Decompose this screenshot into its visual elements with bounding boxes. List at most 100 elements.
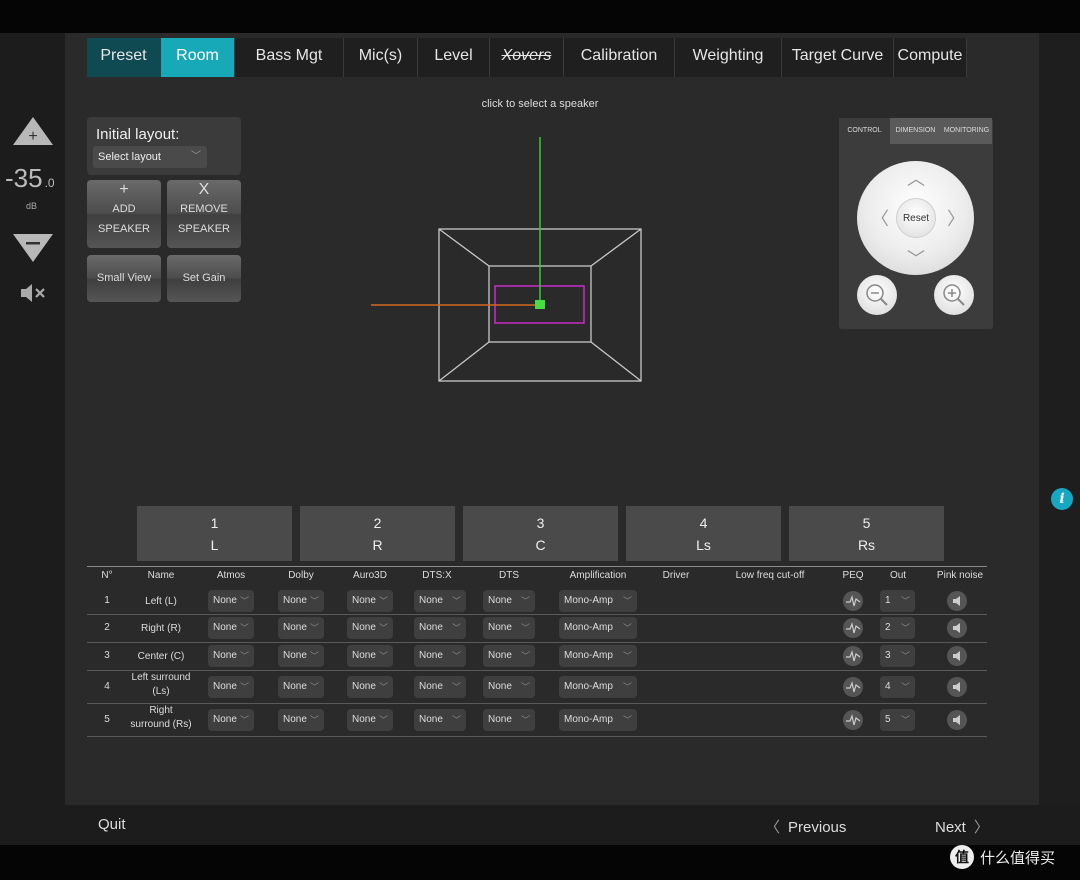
auro3d-select[interactable]: None ﹀ — [347, 709, 393, 731]
remove-speaker-button[interactable]: X REMOVE SPEAKER — [167, 180, 241, 248]
dolby-select[interactable]: None ﹀ — [278, 590, 324, 612]
chevron-down-icon: ﹀ — [378, 715, 388, 725]
dolby-select[interactable]: None ﹀ — [278, 645, 324, 667]
auro3d-select[interactable]: None ﹀ — [347, 590, 393, 612]
nav-tab-monitoring[interactable]: MONITORING — [941, 118, 992, 144]
direction-pad[interactable]: ︿ ﹀ 〈 〉 Reset — [857, 161, 974, 275]
dts-select[interactable]: None ﹀ — [483, 709, 535, 731]
dts-select[interactable]: None ﹀ — [483, 676, 535, 698]
chevron-down-icon: ﹀ — [622, 651, 632, 661]
speaker-tile-r[interactable]: 2R — [300, 506, 455, 561]
triangle-down-icon — [13, 234, 53, 262]
tab-level[interactable]: Level — [418, 38, 490, 77]
col-atmos: Atmos — [216, 570, 246, 581]
volume-up-button[interactable]: + — [12, 115, 54, 147]
arrow-down-icon[interactable]: ﹀ — [907, 245, 925, 271]
peq-button[interactable] — [843, 591, 863, 611]
mute-button[interactable] — [19, 281, 49, 305]
pink-noise-button[interactable] — [947, 618, 967, 638]
auro3d-select[interactable]: None ﹀ — [347, 676, 393, 698]
atmos-select[interactable]: None ﹀ — [208, 617, 254, 639]
amplification-select[interactable]: Mono-Amp ﹀ — [559, 590, 637, 612]
chevron-down-icon: ﹀ — [309, 682, 319, 692]
quit-button[interactable]: Quit — [98, 816, 126, 833]
small-view-button[interactable]: Small View — [87, 255, 161, 302]
dts-select[interactable]: None ﹀ — [483, 645, 535, 667]
row-number: 3 — [104, 650, 110, 661]
dtsx-select[interactable]: None ﹀ — [414, 590, 466, 612]
dtsx-select[interactable]: None ﹀ — [414, 709, 466, 731]
atmos-select[interactable]: None ﹀ — [208, 590, 254, 612]
amplification-select[interactable]: Mono-Amp ﹀ — [559, 645, 637, 667]
dolby-select[interactable]: None ﹀ — [278, 709, 324, 731]
tab-bass-mgt[interactable]: Bass Mgt — [235, 38, 344, 77]
room-3d-view[interactable] — [360, 130, 660, 390]
tab-preset[interactable]: Preset — [87, 38, 161, 77]
auro3d-select[interactable]: None ﹀ — [347, 645, 393, 667]
next-button[interactable]: Next 〉 — [935, 816, 989, 837]
pink-noise-button[interactable] — [947, 646, 967, 666]
reset-button[interactable]: Reset — [896, 198, 936, 238]
speaker-tile-ls[interactable]: 4 Ls — [626, 506, 781, 561]
out-select[interactable]: 2 ﹀ — [880, 617, 915, 639]
listener-position[interactable] — [535, 300, 545, 309]
amplification-select[interactable]: Mono-Amp ﹀ — [559, 676, 637, 698]
amplification-select[interactable]: Mono-Amp ﹀ — [559, 617, 637, 639]
dtsx-select[interactable]: None ﹀ — [414, 645, 466, 667]
amplification-select[interactable]: Mono-Amp ﹀ — [559, 709, 637, 731]
speaker-tile-c[interactable]: 3C — [463, 506, 618, 561]
add-speaker-button[interactable]: + ADD SPEAKER — [87, 180, 161, 248]
dts-select[interactable]: None ﹀ — [483, 617, 535, 639]
chevron-down-icon: ﹀ — [622, 715, 632, 725]
pink-noise-button[interactable] — [947, 710, 967, 730]
peq-button[interactable] — [843, 618, 863, 638]
out-select[interactable]: 1 ﹀ — [880, 590, 915, 612]
speaker-icon — [953, 715, 960, 725]
tab-compute[interactable]: Compute — [894, 38, 967, 77]
info-icon[interactable]: i — [1051, 488, 1073, 510]
zoom-out-button[interactable] — [857, 275, 897, 315]
peq-button[interactable] — [843, 677, 863, 697]
dtsx-select[interactable]: None ﹀ — [414, 617, 466, 639]
layout-select[interactable]: Select layout ﹀ — [93, 146, 207, 168]
previous-button[interactable]: 〈 Previous — [765, 816, 846, 837]
nav-tab-dimension[interactable]: DIMENSION — [890, 118, 941, 144]
out-select[interactable]: 3 ﹀ — [880, 645, 915, 667]
chevron-down-icon: ﹀ — [520, 623, 530, 633]
atmos-select[interactable]: None ﹀ — [208, 676, 254, 698]
speaker-tile-rs[interactable]: 5 Rs — [789, 506, 944, 561]
peq-button[interactable] — [843, 646, 863, 666]
peq-button[interactable] — [843, 710, 863, 730]
pink-noise-button[interactable] — [947, 591, 967, 611]
chevron-down-icon: ﹀ — [451, 596, 461, 606]
chevron-down-icon: ﹀ — [239, 682, 249, 692]
auro3d-select[interactable]: None ﹀ — [347, 617, 393, 639]
speaker-tile-l[interactable]: 1L — [137, 506, 292, 561]
row-name: Right (R) — [140, 623, 181, 634]
set-gain-button[interactable]: Set Gain — [167, 255, 241, 302]
row-name: Left (L) — [145, 596, 177, 607]
out-select[interactable]: 4 ﹀ — [880, 676, 915, 698]
dts-select[interactable]: None ﹀ — [483, 590, 535, 612]
nav-tab-control[interactable]: CONTROL — [839, 118, 890, 144]
tab-mics[interactable]: Mic(s) — [344, 38, 418, 77]
tab-target-curve[interactable]: Target Curve — [782, 38, 894, 77]
tab-calibration[interactable]: Calibration — [564, 38, 675, 77]
tab-room[interactable]: Room — [161, 38, 235, 77]
dolby-select[interactable]: None ﹀ — [278, 617, 324, 639]
arrow-right-icon[interactable]: 〉 — [947, 205, 965, 231]
zoom-in-button[interactable] — [934, 275, 974, 315]
tab-weighting[interactable]: Weighting — [675, 38, 782, 77]
atmos-select[interactable]: None ﹀ — [208, 645, 254, 667]
dtsx-select[interactable]: None ﹀ — [414, 676, 466, 698]
volume-down-button[interactable] — [12, 232, 54, 264]
tab-xovers[interactable]: Xovers — [490, 38, 564, 77]
out-select[interactable]: 5 ﹀ — [880, 709, 915, 731]
atmos-select[interactable]: None ﹀ — [208, 709, 254, 731]
chevron-down-icon: ﹀ — [378, 682, 388, 692]
arrow-left-icon[interactable]: 〈 — [871, 205, 889, 231]
arrow-up-icon[interactable]: ︿ — [907, 165, 925, 191]
dolby-select[interactable]: None ﹀ — [278, 676, 324, 698]
navigation-panel: CONTROL DIMENSION MONITORING ︿ ﹀ 〈 〉 Res… — [839, 118, 993, 329]
pink-noise-button[interactable] — [947, 677, 967, 697]
